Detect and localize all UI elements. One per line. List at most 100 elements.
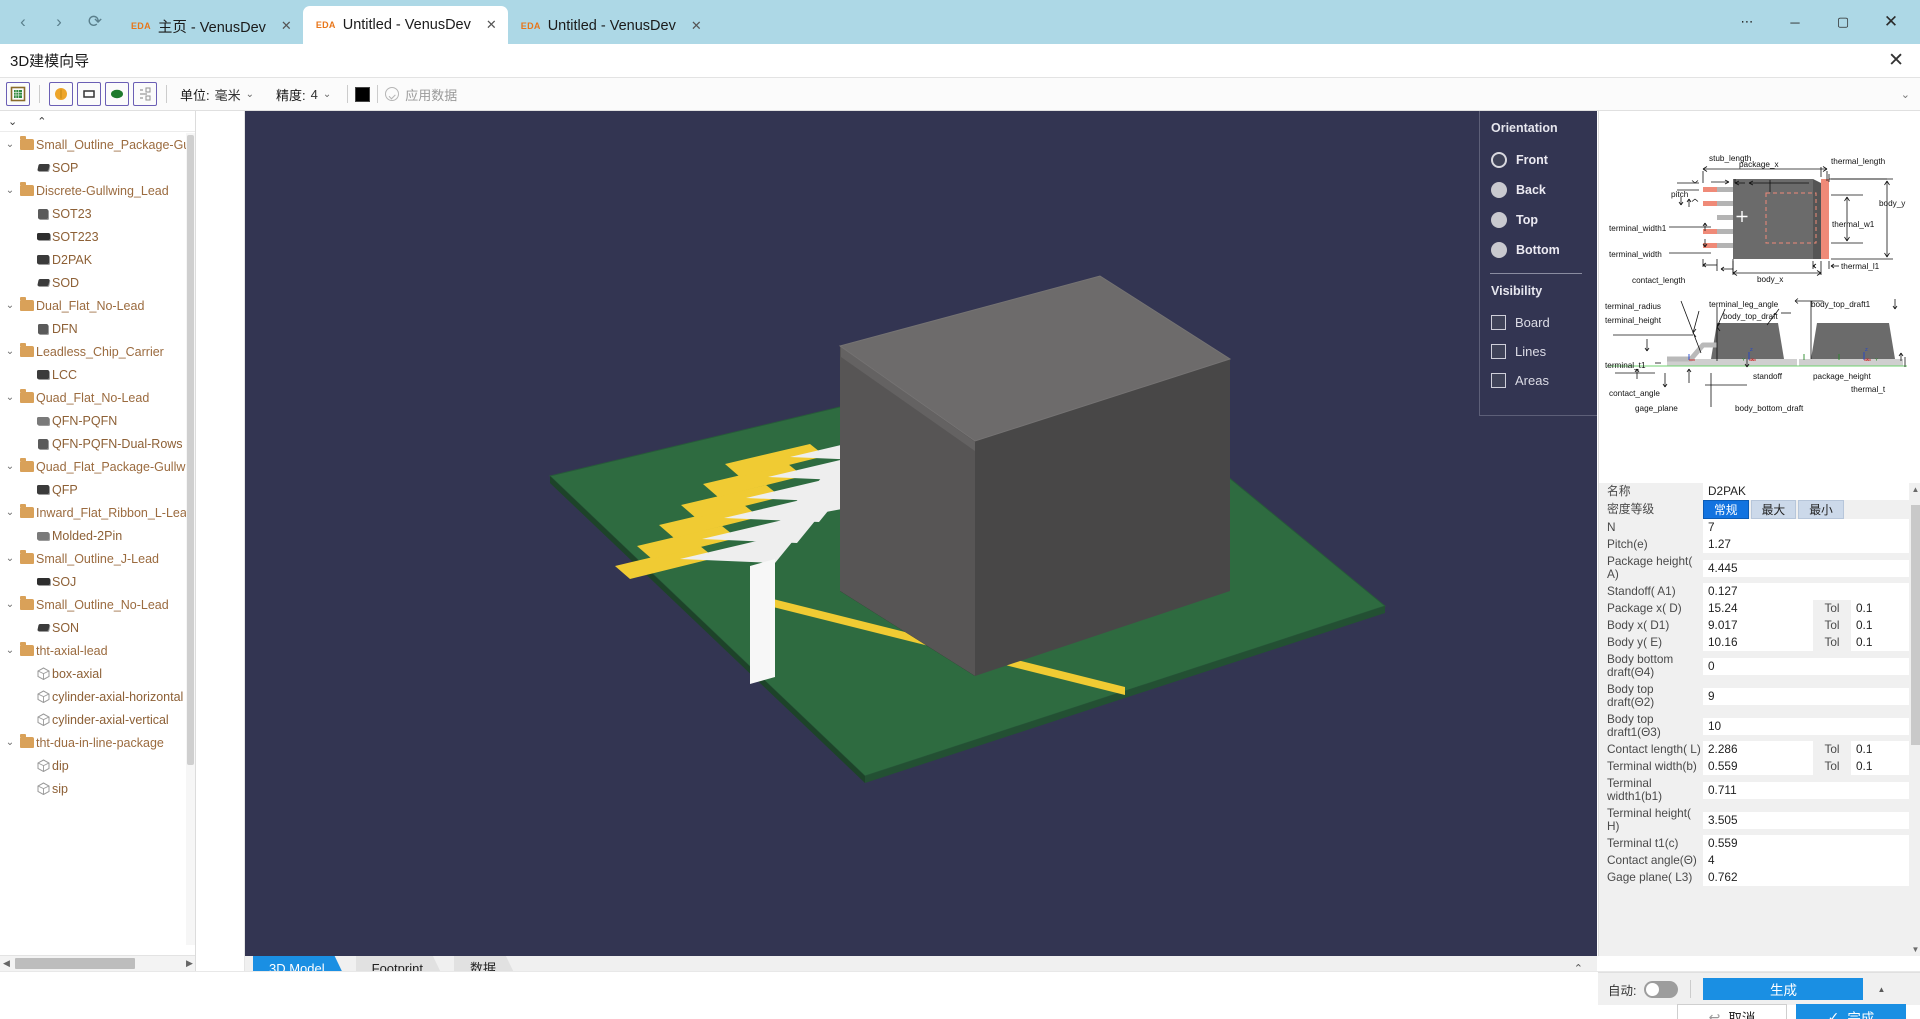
tree-item-tht-axial-lead[interactable]: ⌄ tht-axial-lead bbox=[0, 639, 195, 662]
unit-selector[interactable]: 单位: 毫米 ⌄ bbox=[180, 85, 254, 104]
tree-body[interactable]: ⌄ Small_Outline_Package-Gu SOP ⌄ Discrete-Gu… bbox=[0, 133, 195, 945]
chevron-down-icon[interactable]: ⌄ bbox=[2, 300, 18, 311]
chevron-down-icon[interactable]: ⌄ bbox=[2, 645, 18, 656]
chevron-down-icon[interactable]: ⌄ bbox=[2, 346, 18, 357]
forward-icon[interactable]: › bbox=[50, 13, 68, 31]
param-input[interactable]: 0.559 bbox=[1703, 835, 1909, 852]
tolerance-input[interactable]: 0.1 bbox=[1851, 617, 1909, 634]
grid-pad-icon[interactable] bbox=[6, 82, 30, 106]
tree-item-dip[interactable]: dip bbox=[0, 754, 195, 777]
oval-pad-icon[interactable] bbox=[105, 82, 129, 106]
radio-icon[interactable] bbox=[1491, 242, 1507, 258]
param-value-cell[interactable]: 0.559 Tol 0.1 bbox=[1703, 758, 1909, 775]
maximize-icon[interactable]: ▢ bbox=[1820, 0, 1866, 44]
param-value-cell[interactable]: 10.16 Tol 0.1 bbox=[1703, 634, 1909, 651]
toolbar-collapse-icon[interactable]: ⌄ bbox=[1901, 88, 1920, 101]
param-value-cell[interactable]: 0.559 bbox=[1703, 835, 1909, 852]
parameter-scrollbar[interactable]: ▲ ▼ bbox=[1910, 483, 1920, 956]
tree-item-small-outline-no-lead[interactable]: ⌄ Small_Outline_No-Lead bbox=[0, 593, 195, 616]
param-value-cell[interactable]: 0.711 bbox=[1703, 775, 1909, 805]
scroll-left-icon[interactable]: ◀ bbox=[0, 958, 13, 969]
tree-item-inward-flat-ribbon-l-lead[interactable]: ⌄ Inward_Flat_Ribbon_L-Lead bbox=[0, 501, 195, 524]
tree-item-qfn-pqfn[interactable]: QFN-PQFN bbox=[0, 409, 195, 432]
tolerance-input[interactable]: 0.1 bbox=[1851, 600, 1909, 617]
scroll-up-icon[interactable]: ▲ bbox=[1877, 985, 1885, 994]
radio-icon[interactable] bbox=[1491, 212, 1507, 228]
param-value-cell[interactable]: 3.505 bbox=[1703, 805, 1909, 835]
tolerance-input[interactable]: 0.1 bbox=[1851, 758, 1909, 775]
param-input[interactable]: 0 bbox=[1703, 657, 1909, 675]
tree-item-sop[interactable]: SOP bbox=[0, 156, 195, 179]
expand-all-icon[interactable]: ⌄ bbox=[8, 115, 17, 128]
minimize-icon[interactable]: ─ bbox=[1772, 0, 1818, 44]
name-field[interactable]: D2PAK bbox=[1703, 483, 1909, 500]
window-close-icon[interactable]: ✕ bbox=[1868, 0, 1914, 44]
tree-item-qfn-pqfn-dual-rows[interactable]: QFN-PQFN-Dual-Rows bbox=[0, 432, 195, 455]
visibility-option-board[interactable]: Board bbox=[1491, 308, 1597, 337]
tree-horizontal-scrollbar[interactable]: ◀ ▶ bbox=[0, 955, 195, 971]
checkbox-icon[interactable] bbox=[1491, 373, 1506, 388]
generate-button[interactable]: 生成 bbox=[1703, 978, 1864, 1000]
param-value-cell[interactable]: 10 bbox=[1703, 711, 1909, 741]
chevron-down-icon[interactable]: ⌄ bbox=[2, 553, 18, 564]
param-input[interactable]: 4 bbox=[1703, 852, 1909, 869]
param-value-cell[interactable]: 2.286 Tol 0.1 bbox=[1703, 741, 1909, 758]
scroll-down-icon[interactable]: ▼ bbox=[1910, 943, 1920, 956]
tree-item-discrete-gullwing-lead[interactable]: ⌄ Discrete-Gullwing_Lead bbox=[0, 179, 195, 202]
scrollbar-thumb[interactable] bbox=[15, 958, 135, 969]
close-icon[interactable]: ✕ bbox=[273, 18, 292, 34]
3d-viewport[interactable]: Orientation Front Back Top Bottom Visibi… bbox=[245, 111, 1597, 956]
param-input[interactable]: 7 bbox=[1703, 519, 1909, 536]
tree-item-dual-flat-no-lead[interactable]: ⌄ Dual_Flat_No-Lead bbox=[0, 294, 195, 317]
param-input[interactable]: 10.16 bbox=[1703, 634, 1813, 651]
param-input[interactable]: 0.559 bbox=[1703, 758, 1813, 775]
tree-item-qfp[interactable]: QFP bbox=[0, 478, 195, 501]
tolerance-input[interactable]: 0.1 bbox=[1851, 741, 1909, 758]
close-icon[interactable]: ✕ bbox=[478, 17, 497, 33]
snap-icon[interactable] bbox=[133, 82, 157, 106]
param-input[interactable]: 9 bbox=[1703, 687, 1909, 705]
more-options-icon[interactable]: ⋯ bbox=[1724, 0, 1770, 44]
tree-item-lcc[interactable]: LCC bbox=[0, 363, 195, 386]
chevron-down-icon[interactable]: ⌄ bbox=[2, 507, 18, 518]
orientation-option-front[interactable]: Front bbox=[1491, 145, 1597, 175]
param-input[interactable]: 15.24 bbox=[1703, 600, 1813, 617]
param-input[interactable]: 9.017 bbox=[1703, 617, 1813, 634]
param-value-cell[interactable]: 7 bbox=[1703, 519, 1909, 536]
param-input[interactable]: 4.445 bbox=[1703, 559, 1909, 577]
color-swatch[interactable] bbox=[355, 86, 371, 102]
orientation-option-bottom[interactable]: Bottom bbox=[1491, 235, 1597, 265]
checkbox-icon[interactable] bbox=[1491, 315, 1506, 330]
scroll-right-icon[interactable]: ▶ bbox=[183, 958, 195, 969]
tree-item-box-axial[interactable]: box-axial bbox=[0, 662, 195, 685]
param-input[interactable]: 1.27 bbox=[1703, 536, 1909, 553]
density-option-min[interactable]: 最小 bbox=[1798, 500, 1844, 519]
param-value-cell[interactable]: 0 bbox=[1703, 651, 1909, 681]
apply-data-button[interactable]: 应用数据 bbox=[385, 85, 457, 104]
precision-selector[interactable]: 精度: 4 ⌄ bbox=[276, 85, 331, 104]
rect-pad-icon[interactable] bbox=[77, 82, 101, 106]
reload-icon[interactable]: ⟳ bbox=[86, 13, 104, 31]
density-option-normal[interactable]: 常规 bbox=[1703, 500, 1749, 519]
param-input[interactable]: 0.762 bbox=[1703, 869, 1909, 886]
chevron-down-icon[interactable]: ⌄ bbox=[2, 392, 18, 403]
done-button[interactable]: ✓ 完成 bbox=[1796, 1004, 1906, 1019]
scrollbar-thumb[interactable] bbox=[187, 135, 194, 765]
back-icon[interactable]: ‹ bbox=[14, 13, 32, 31]
radio-icon[interactable] bbox=[1491, 182, 1507, 198]
param-input[interactable]: 0.127 bbox=[1703, 583, 1909, 600]
tree-item-small-outline-package-gu[interactable]: ⌄ Small_Outline_Package-Gu bbox=[0, 133, 195, 156]
param-value-cell[interactable]: D2PAK bbox=[1703, 483, 1909, 500]
param-value-cell[interactable]: 15.24 Tol 0.1 bbox=[1703, 600, 1909, 617]
circle-pad-icon[interactable] bbox=[49, 82, 73, 106]
chevron-down-icon[interactable]: ⌄ bbox=[246, 89, 254, 100]
dialog-close-icon[interactable]: ✕ bbox=[1888, 49, 1920, 72]
collapse-all-icon[interactable]: ⌃ bbox=[37, 115, 46, 128]
tree-item-dfn[interactable]: DFN bbox=[0, 317, 195, 340]
radio-icon[interactable] bbox=[1491, 152, 1507, 168]
browser-tab-2[interactable]: EDA Untitled - VenusDev ✕ bbox=[508, 8, 713, 44]
param-input[interactable]: 0.711 bbox=[1703, 781, 1909, 799]
auto-toggle[interactable] bbox=[1644, 980, 1679, 998]
density-option-max[interactable]: 最大 bbox=[1750, 500, 1797, 519]
tree-item-leadless-chip-carrier[interactable]: ⌄ Leadless_Chip_Carrier bbox=[0, 340, 195, 363]
